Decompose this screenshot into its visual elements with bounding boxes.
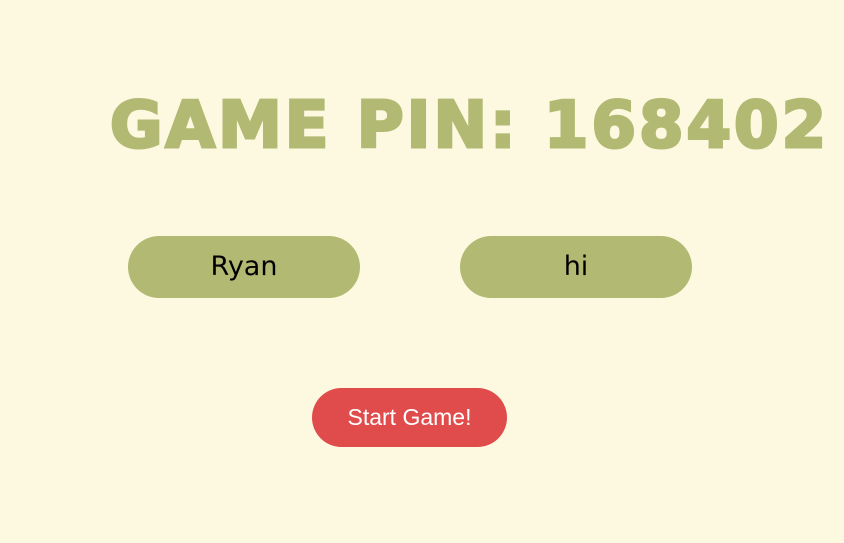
game-pin-title: GAME PIN: 168402 (109, 88, 830, 165)
lobby-page: GAME PIN: 168402 Ryan hi Start Game! (0, 0, 844, 543)
start-game-button[interactable]: Start Game! (312, 388, 507, 447)
player-card-ryan: Ryan (128, 236, 360, 298)
player-card-hi: hi (460, 236, 692, 298)
